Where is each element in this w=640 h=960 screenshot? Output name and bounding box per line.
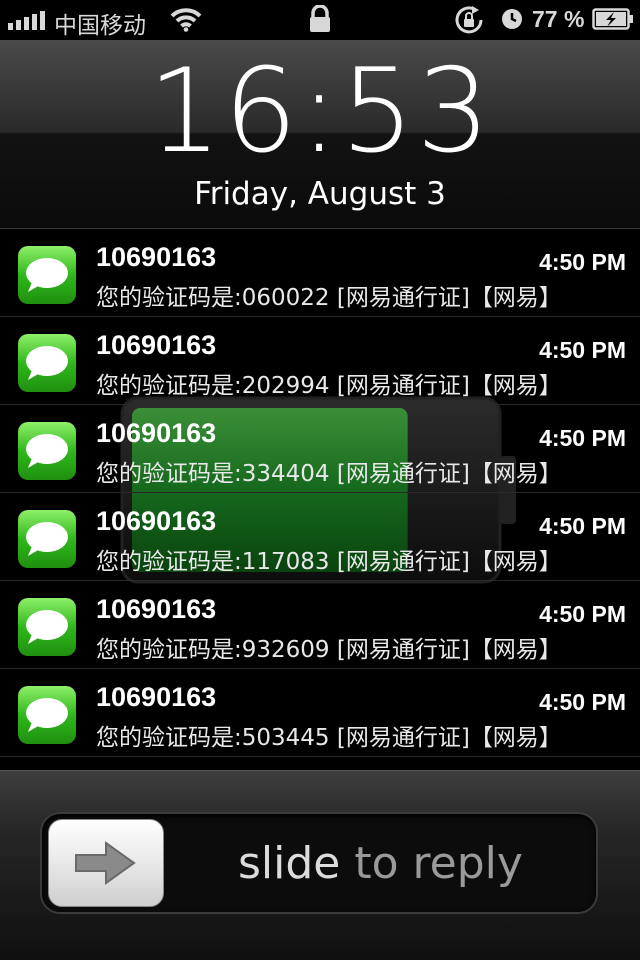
battery-charging-icon: [592, 8, 633, 30]
notification-sender: 10690163: [96, 242, 217, 272]
notification-body: 您的验证码是:202994 [网易通行证]【网易】: [96, 373, 562, 399]
messages-icon: [18, 598, 76, 656]
notification-item[interactable]: 10690163 4:50 PM 您的验证码是:060022 [网易通行证]【网…: [0, 229, 640, 317]
slider-action-rest: to reply: [340, 838, 523, 889]
notification-body: 您的验证码是:060022 [网易通行证]【网易】: [96, 285, 562, 311]
notification-body: 您的验证码是:117083 [网易通行证]【网易】: [96, 549, 562, 575]
notification-item[interactable]: 10690163 4:50 PM 您的验证码是:503445 [网易通行证]【网…: [0, 669, 640, 757]
notification-sender: 10690163: [96, 330, 217, 360]
notification-time: 4:50 PM: [539, 513, 626, 539]
clock-time: 16:53: [147, 44, 493, 179]
wifi-icon: [170, 8, 202, 32]
status-bar: 中国移动 77 %: [0, 0, 640, 40]
carrier-name: 中国移动: [54, 13, 146, 39]
lock-screen: 中国移动 77 % 16:53 Friday, August 3 1069016…: [0, 0, 640, 960]
slider-knob[interactable]: [48, 819, 164, 907]
notification-list: 10690163 4:50 PM 您的验证码是:060022 [网易通行证]【网…: [0, 229, 640, 757]
notification-body: 您的验证码是:334404 [网易通行证]【网易】: [96, 461, 562, 487]
lock-icon: [310, 5, 330, 32]
signal-icon: [8, 10, 45, 30]
notification-item[interactable]: 10690163 4:50 PM 您的验证码是:932609 [网易通行证]【网…: [0, 581, 640, 669]
rotation-lock-icon: [455, 6, 483, 34]
notification-time: 4:50 PM: [539, 425, 626, 451]
messages-icon: [18, 246, 76, 304]
notification-body: 您的验证码是:932609 [网易通行证]【网易】: [96, 637, 562, 663]
notification-time: 4:50 PM: [539, 249, 626, 275]
clock-date: Friday, August 3: [194, 176, 446, 212]
notification-time: 4:50 PM: [539, 601, 626, 627]
messages-icon: [18, 334, 76, 392]
notification-time: 4:50 PM: [539, 337, 626, 363]
clock-panel: 16:53 Friday, August 3: [0, 40, 640, 229]
notification-sender: 10690163: [96, 506, 217, 536]
slider-action-word: slide: [238, 838, 341, 889]
alarm-icon: [502, 9, 522, 29]
notification-item[interactable]: 10690163 4:50 PM 您的验证码是:117083 [网易通行证]【网…: [0, 493, 640, 581]
battery-percentage: 77 %: [532, 6, 585, 32]
messages-icon: [18, 510, 76, 568]
notification-sender: 10690163: [96, 594, 217, 624]
messages-icon: [18, 686, 76, 744]
right-arrow-icon: [75, 841, 136, 885]
notification-sender: 10690163: [96, 418, 217, 448]
notification-time: 4:50 PM: [539, 689, 626, 715]
notification-item[interactable]: 10690163 4:50 PM 您的验证码是:202994 [网易通行证]【网…: [0, 317, 640, 405]
messages-icon: [18, 422, 76, 480]
notification-sender: 10690163: [96, 682, 217, 712]
notification-item[interactable]: 10690163 4:50 PM 您的验证码是:334404 [网易通行证]【网…: [0, 405, 640, 493]
notification-body: 您的验证码是:503445 [网易通行证]【网易】: [96, 725, 562, 751]
slide-to-reply-label: slide to reply: [238, 838, 523, 889]
